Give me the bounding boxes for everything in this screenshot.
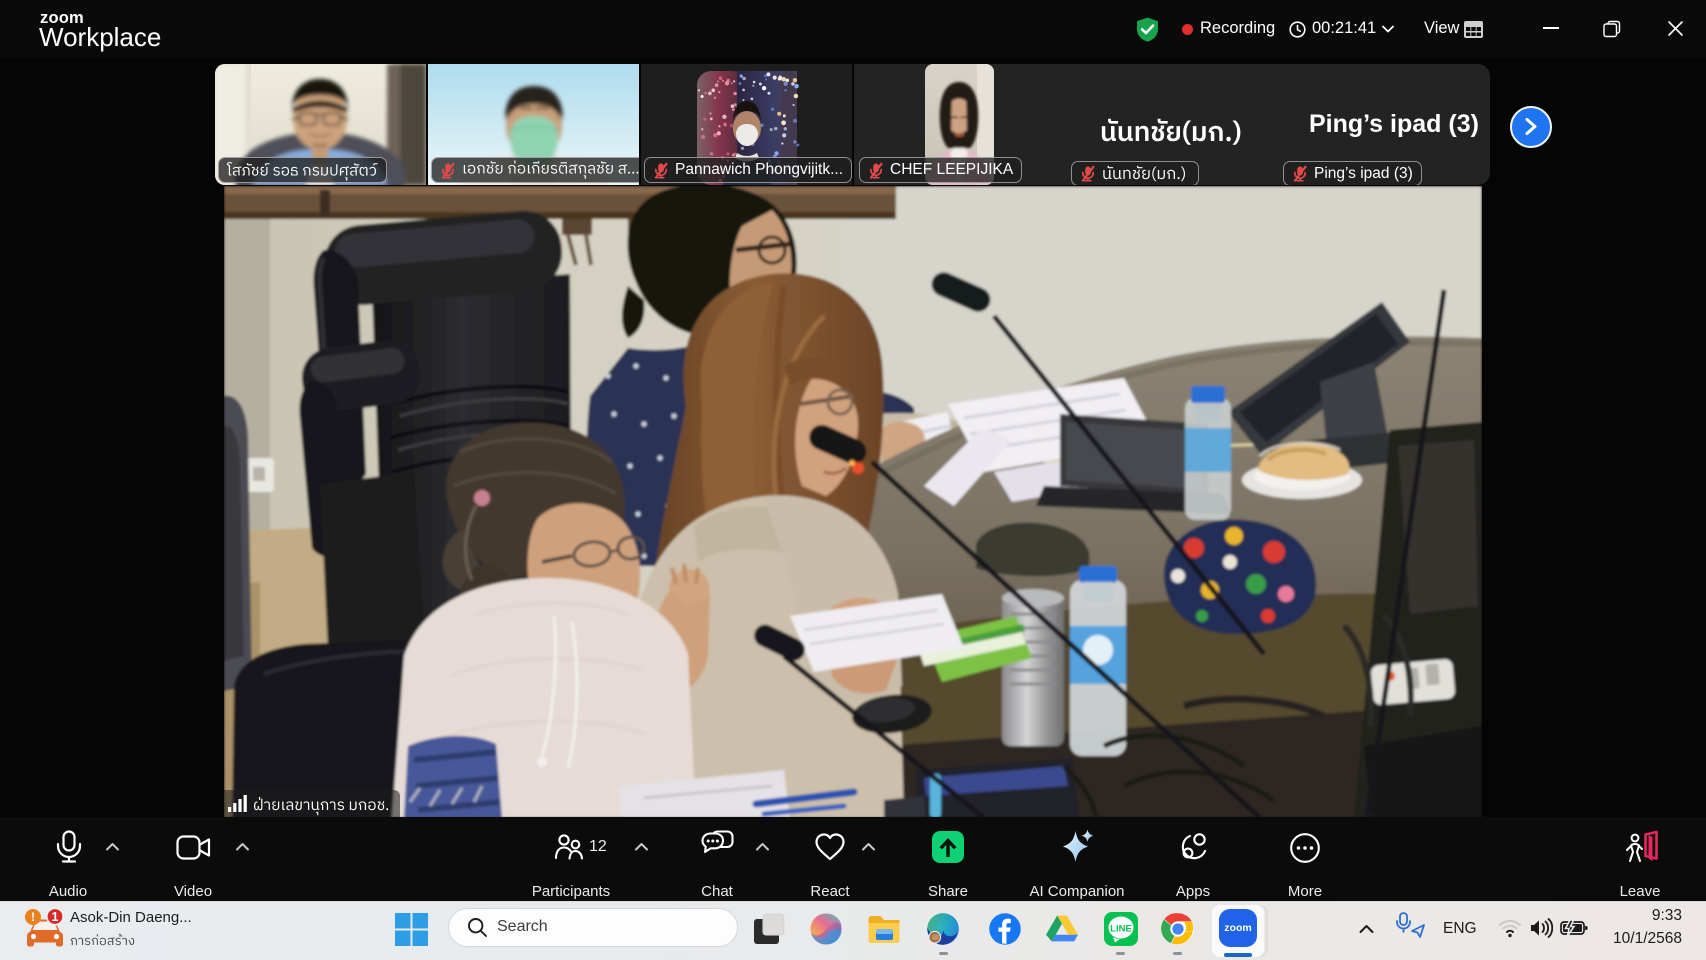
svg-text:LINE: LINE bbox=[1110, 924, 1132, 935]
svg-text:!: ! bbox=[31, 910, 35, 924]
svg-text:1: 1 bbox=[52, 910, 59, 924]
